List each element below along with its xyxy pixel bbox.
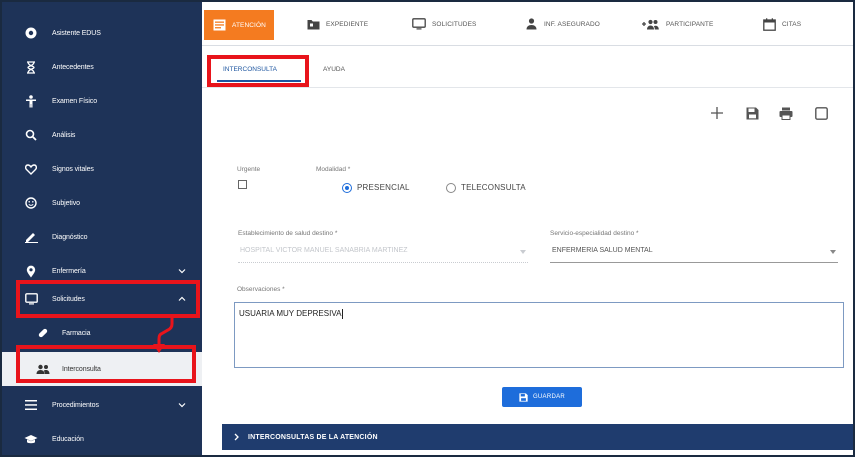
establishment-select[interactable]: HOSPITAL VICTOR MANUEL SANABRIA MARTINEZ [238,243,528,263]
sidebar-item-label: Signos vitales [52,165,94,173]
sidebar-item-label: Enfermería [52,267,86,275]
sub-tabs: INTERCONSULTA AYUDA [202,56,853,88]
sidebar-item-label: Educación [52,435,84,443]
people-icon [36,362,50,376]
monitor-icon [412,17,426,31]
chevron-down-icon[interactable] [178,401,186,409]
tab-label: PARTICIPANTE [666,20,714,28]
radio-teleconsulta-label: TELECONSULTA [461,183,526,192]
chevron-up-icon[interactable] [178,295,186,303]
heart-icon [24,162,38,176]
sidebar-item-label: Asistente EDUS [52,29,101,37]
save-icon[interactable] [743,104,761,122]
sidebar: Asistente EDUS Antecedentes Examen Físic… [2,2,202,455]
add-icon[interactable] [708,104,726,122]
pencil-icon [24,230,38,244]
save-button[interactable]: GUARDAR [502,387,582,407]
observations-textarea[interactable]: USUARIA MUY DEPRESIVA [234,302,844,368]
sidebar-item-label: Análisis [52,131,76,139]
sidebar-item-interconsulta[interactable]: Interconsulta [2,352,202,386]
sidebar-item-examen-fisico[interactable]: Examen Físico [2,84,202,118]
tab-expediente[interactable]: EXPEDIENTE [306,16,368,32]
sidebar-item-label: Procedimientos [52,401,99,409]
help-circle-icon [24,26,38,40]
radio-teleconsulta[interactable] [446,183,456,193]
tab-label: CITAS [782,20,802,28]
sidebar-item-label: Diagnóstico [52,233,88,241]
hourglass-icon [24,60,38,74]
save-icon [519,392,528,402]
window-icon[interactable] [812,104,830,122]
folder-icon [306,17,320,31]
text-caret [342,309,344,319]
observations-label: Observaciones * [237,286,285,293]
sidebar-item-analisis[interactable]: Análisis [2,118,202,152]
sidebar-item-subjetivo[interactable]: Subjetivo [2,186,202,220]
tab-label: ATENCIÓN [232,21,266,29]
subtab-ayuda[interactable]: AYUDA [323,66,345,73]
subtab-interconsulta[interactable]: INTERCONSULTA [223,66,277,73]
chevron-right-icon [234,433,240,441]
active-tab-indicator [217,80,301,82]
pill-icon [36,326,50,340]
graduation-cap-icon [24,432,38,446]
monitor-icon [24,292,38,306]
urgent-checkbox[interactable] [238,180,247,189]
observations-value: USUARIA MUY DEPRESIVA [239,309,342,319]
establishment-label: Establecimiento de salud destino * [238,230,338,237]
tab-participante[interactable]: PARTICIPANTE [642,16,713,32]
sidebar-item-solicitudes[interactable]: Solicitudes [2,282,202,316]
sidebar-item-label: Solicitudes [52,295,85,303]
tab-atencion[interactable]: ATENCIÓN [204,10,274,40]
sidebar-item-label: Antecedentes [52,63,94,71]
interconsultas-accordion[interactable]: INTERCONSULTAS DE LA ATENCIÓN [222,424,853,450]
radio-presencial-label: PRESENCIAL [357,183,410,192]
sidebar-item-educacion[interactable]: Educación [2,422,202,456]
save-button-label: GUARDAR [532,394,566,400]
modality-label: Modalidad * [316,166,351,173]
chevron-down-icon [830,250,836,254]
sidebar-item-label: Interconsulta [62,365,101,373]
tab-label: EXPEDIENTE [326,20,369,28]
tab-label: INF. ASEGURADO [544,20,600,28]
arrow-annotation-icon [153,318,174,353]
service-value: ENFERMERIA SALUD MENTAL [552,247,653,254]
tab-label: SOLICITUDES [432,20,477,28]
print-icon[interactable] [777,104,795,122]
add-people-icon [642,17,660,31]
establishment-value: HOSPITAL VICTOR MANUEL SANABRIA MARTINEZ [240,247,408,254]
radio-presencial[interactable] [342,183,352,193]
top-navigation: ATENCIÓN EXPEDIENTE SOLICITUDES INF. ASE… [202,2,853,46]
sidebar-item-signos-vitales[interactable]: Signos vitales [2,152,202,186]
sidebar-item-asistente-edus[interactable]: Asistente EDUS [2,16,202,50]
location-pin-icon [24,264,38,278]
tab-solicitudes[interactable]: SOLICITUDES [412,16,476,32]
service-label: Servicio-especialidad destino * [550,230,639,237]
face-icon [24,196,38,210]
list-icon [24,398,38,412]
sidebar-item-label: Farmacia [62,329,91,337]
person-icon [24,94,38,108]
tab-inf-asegurado[interactable]: INF. ASEGURADO [524,16,600,32]
service-select[interactable]: ENFERMERIA SALUD MENTAL [550,243,838,263]
sidebar-item-label: Examen Físico [52,97,97,105]
sidebar-item-diagnostico[interactable]: Diagnóstico [2,220,202,254]
magnify-icon [24,128,38,142]
urgent-label: Urgente [237,166,261,173]
calendar-icon [762,17,776,31]
clipboard-icon [212,18,226,32]
person-icon [524,17,538,31]
tab-citas[interactable]: CITAS [762,16,801,32]
accordion-label: INTERCONSULTAS DE LA ATENCIÓN [248,433,378,441]
sidebar-item-procedimientos[interactable]: Procedimientos [2,388,202,422]
sidebar-item-label: Subjetivo [52,199,80,207]
sidebar-item-antecedentes[interactable]: Antecedentes [2,50,202,84]
chevron-down-icon [520,250,526,254]
chevron-down-icon[interactable] [178,267,186,275]
